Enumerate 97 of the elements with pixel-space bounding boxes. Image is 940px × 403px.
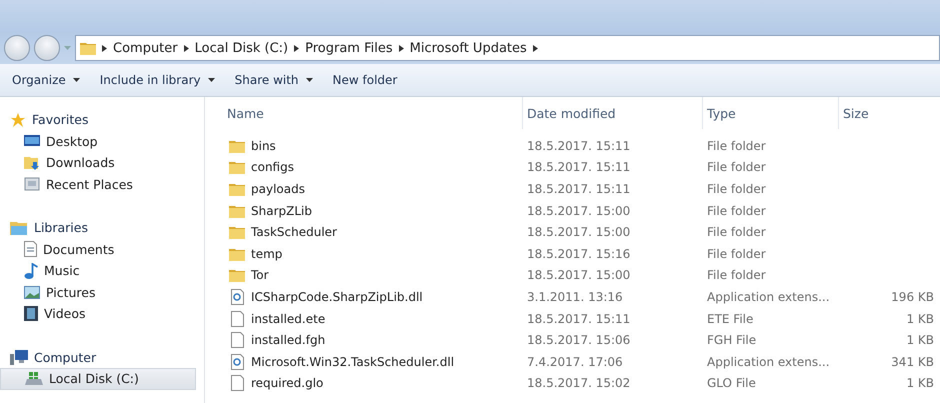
table-cell-text: FGH File [706,333,756,348]
folder-icon [229,160,245,174]
table-cell: Microsoft.Win32.TaskScheduler.dll [223,354,523,370]
chevron-icon [102,44,107,52]
table-cell-text: File folder [706,138,766,153]
table-cell-text: 18.5.2017. 15:16 [526,246,632,261]
sidebar-item[interactable]: Videos [0,303,196,324]
table-cell-text: 1 KB [905,312,935,326]
table-cell-text: 18.5.2017. 15:11 [526,312,632,326]
table-cell: Tor [223,268,523,282]
table-cell: ICSharpCode.SharpZipLib.dll [223,288,523,305]
table-cell: installed.ete [223,310,523,327]
picture-icon [24,286,40,299]
caret-icon [64,46,71,50]
column-header[interactable]: Date modified [523,97,703,129]
folder-icon [229,225,245,240]
table-cell: configs [223,160,523,174]
sidebar-item[interactable]: Pictures [0,282,196,303]
folder-icon [229,204,245,218]
forward-button[interactable] [34,35,60,61]
sidebar-heading[interactable]: Favorites [0,109,204,130]
table-cell-text: 18.5.2017. 15:00 [526,225,632,240]
table-cell-text: 196 KB [890,290,935,304]
document-icon [24,241,37,258]
file-icon [230,375,244,392]
table-cell-text: 1 KB [905,333,935,348]
drive-icon [25,372,43,386]
column-header[interactable]: Name [223,97,523,129]
table-cell-text: 18.5.2017. 15:06 [526,333,632,348]
table-cell-text: 7.4.2017. 17:06 [526,354,624,369]
sidebar-item[interactable]: Music [0,260,196,282]
table-cell-text: File folder [706,268,766,282]
table-cell-text: 341 KB [890,354,935,369]
back-button[interactable] [4,35,30,61]
file-icon [230,332,244,348]
table-cell-text: GLO File [706,376,756,390]
toolbar-button[interactable]: New folder [324,69,406,91]
address-bar[interactable]: Computer Local Disk (C:) Program Files Microsoft Updates [75,35,940,61]
toolbar-button[interactable]: Share with [226,69,321,91]
table-cell-text: File folder [706,204,766,218]
toolbar-button[interactable]: Organize [4,69,88,91]
table-cell-text: 1 KB [905,376,935,390]
download-folder-icon [24,154,40,171]
folder-icon [229,182,245,196]
chevron-icon [398,44,404,52]
breadcrumb-item[interactable]: Microsoft Updates [410,40,527,56]
table-cell-text: Application extens... [706,290,830,304]
chevron-icon [532,44,538,52]
settings-file-icon [230,288,244,305]
sidebar-item[interactable]: Downloads [0,152,196,174]
monitor-icon [24,134,40,148]
table-cell: temp [223,246,523,261]
table-cell: payloads [223,182,523,196]
table-cell-text: File folder [706,160,766,174]
film-icon [24,306,38,322]
sidebar-item[interactable]: Recent Places [0,174,196,195]
table-cell: TaskScheduler [223,225,523,240]
chevron-icon [184,44,189,52]
table-cell-text: File folder [706,225,766,240]
table-cell: bins [223,138,523,153]
breadcrumb-item[interactable]: Local Disk (C:) [194,40,288,56]
sidebar-heading[interactable]: Computer [0,346,204,368]
breadcrumb-item[interactable]: Computer [113,40,178,56]
table-cell-text: 18.5.2017. 15:00 [526,204,632,218]
table-cell: required.glo [223,375,523,392]
chevron-icon [294,44,300,52]
sidebar-item[interactable]: Desktop [0,130,196,152]
column-header[interactable]: Type [703,97,839,129]
table-cell-text: 18.5.2017. 15:02 [526,376,632,390]
table-cell-text: 3.1.2011. 13:16 [526,290,624,304]
table-cell-text: File folder [706,182,766,196]
star-icon [10,112,26,128]
table-cell-text: Application extens... [706,354,830,369]
library-folder-icon [10,220,28,235]
sidebar-item[interactable]: Documents [0,238,196,260]
folder-icon [229,246,245,261]
folder-icon [80,41,96,55]
table-cell: SharpZLib [223,204,523,218]
table-cell-text: 18.5.2017. 15:11 [526,182,632,196]
sidebar-heading[interactable]: Libraries [0,217,204,238]
music-note-icon [24,262,38,279]
breadcrumb-item[interactable]: Program Files [305,40,393,56]
sidebar-item[interactable]: Local Disk (C:) [0,368,196,390]
folder-icon [229,268,245,282]
table-cell-text: 18.5.2017. 15:00 [526,268,632,282]
computer-icon [10,350,28,365]
table-cell-text: 18.5.2017. 15:11 [526,138,632,153]
toolbar-button[interactable]: Include in library [92,69,223,91]
file-icon [230,310,244,327]
table-cell-text: File folder [706,246,766,261]
table-cell: installed.fgh [223,332,523,348]
recent-places-icon [24,176,40,192]
table-cell-text: 18.5.2017. 15:11 [526,160,632,174]
folder-icon [229,138,245,153]
settings-file-icon [230,354,244,370]
table-cell-text: ETE File [706,312,754,326]
column-header[interactable]: Size [839,97,940,129]
